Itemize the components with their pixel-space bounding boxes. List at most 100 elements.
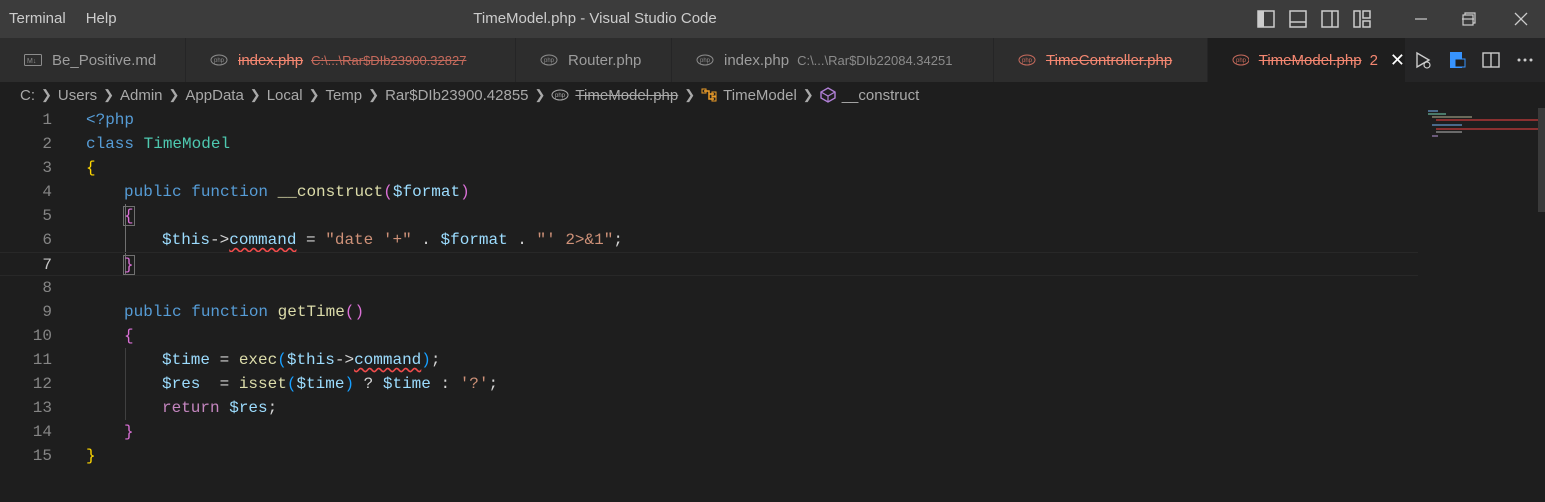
minimap-error-line xyxy=(1436,128,1538,130)
tab-path: C:\...\Rar$DIb22084.34251 xyxy=(797,52,953,68)
breadcrumb-file[interactable]: TimeModel.php xyxy=(575,87,678,104)
breadcrumb-appdata[interactable]: AppData xyxy=(185,87,243,104)
class-symbol-icon xyxy=(701,88,717,102)
code-text: } xyxy=(124,423,134,441)
svg-text:php: php xyxy=(700,58,711,64)
breadcrumb-local[interactable]: Local xyxy=(267,87,303,104)
line-number: 9 xyxy=(42,303,52,321)
code-line: 9 public function getTime() xyxy=(0,300,1418,324)
breadcrumb-drive[interactable]: C: xyxy=(20,87,35,104)
tab-be-positive[interactable]: M↓ Be_Positive.md xyxy=(0,38,186,82)
code-line: 6 $this->command = "date '+" . $format .… xyxy=(0,228,1418,252)
code-editor[interactable]: 1 <?php 2 class TimeModel 3 { 4 public f… xyxy=(0,108,1418,502)
svg-text:php: php xyxy=(555,93,566,99)
code-line: 12 $res = isset($time) ? $time : '?'; xyxy=(0,372,1418,396)
minimap-error-line xyxy=(1436,119,1538,121)
tab-timemodel-php[interactable]: php TimeModel.php 2 ✕ xyxy=(1208,38,1406,82)
code-text: } xyxy=(86,447,96,465)
minimap-line xyxy=(1436,131,1462,133)
restore-icon xyxy=(1462,12,1476,26)
code-text: return $res; xyxy=(162,399,278,417)
chevron-right-icon: ❯ xyxy=(368,87,380,102)
minimize-icon-2 xyxy=(1415,18,1427,20)
customize-layout-icon[interactable] xyxy=(1352,9,1372,29)
code-text: public function __construct($format) xyxy=(124,183,470,201)
chevron-right-icon: ❯ xyxy=(684,87,696,102)
split-editor-icon[interactable] xyxy=(1481,50,1501,70)
svg-text:php: php xyxy=(544,58,555,64)
minimap[interactable] xyxy=(1424,108,1538,148)
code-text: public function getTime() xyxy=(124,303,365,321)
window-title: TimeModel.php - Visual Studio Code xyxy=(473,10,717,27)
editor-tab-bar: M↓ Be_Positive.md php index.php C:\...\R… xyxy=(0,38,1545,82)
close-window-icon xyxy=(1514,12,1528,26)
minimap-line xyxy=(1432,135,1438,137)
breadcrumb-temp[interactable]: Temp xyxy=(325,87,362,104)
tab-label: TimeController.php xyxy=(1046,51,1173,69)
php-file-icon: php xyxy=(210,54,228,66)
chevron-right-icon: ❯ xyxy=(534,87,546,102)
code-line: 11 $time = exec($this->command); xyxy=(0,348,1418,372)
svg-text:php: php xyxy=(1022,58,1033,64)
tab-label: Be_Positive.md xyxy=(52,51,157,69)
toggle-panel-icon[interactable] xyxy=(1288,9,1308,29)
line-number: 8 xyxy=(42,279,52,297)
line-number: 12 xyxy=(32,375,52,393)
code-line: 5 { xyxy=(0,204,1418,228)
php-file-icon: php xyxy=(1232,54,1249,66)
php-file-icon: php xyxy=(551,89,569,101)
php-file-icon: php xyxy=(1018,54,1036,66)
breadcrumb-admin[interactable]: Admin xyxy=(120,87,163,104)
minimap-line xyxy=(1428,110,1438,112)
tab-index-php-1[interactable]: php index.php C:\...\Rar$DIb23900.32827 xyxy=(186,38,516,82)
code-line: 4 public function __construct($format) xyxy=(0,180,1418,204)
line-number: 3 xyxy=(42,159,52,177)
code-text: $this->command = "date '+" . $format . "… xyxy=(162,231,623,249)
line-number: 11 xyxy=(32,351,52,369)
chevron-right-icon: ❯ xyxy=(802,87,814,102)
tab-router-php[interactable]: php Router.php xyxy=(516,38,672,82)
vertical-scrollbar[interactable] xyxy=(1538,108,1545,212)
tab-label: TimeModel.php xyxy=(1258,51,1362,69)
line-number: 7 xyxy=(42,256,52,274)
breadcrumb-users[interactable]: Users xyxy=(58,87,97,104)
breadcrumb: C: ❯ Users ❯ Admin ❯ AppData ❯ Local ❯ Temp ❯ … xyxy=(20,82,919,108)
code-text: { xyxy=(86,159,96,177)
tab-timecontroller-php[interactable]: php TimeController.php xyxy=(994,38,1208,82)
toggle-primary-sidebar-icon[interactable] xyxy=(1256,9,1276,29)
method-symbol-icon xyxy=(820,87,836,103)
minimap-line xyxy=(1428,113,1446,115)
chevron-right-icon: ❯ xyxy=(168,87,180,102)
breadcrumb-folder[interactable]: Rar$DIb23900.42855 xyxy=(385,87,528,104)
code-line: 1 <?php xyxy=(0,108,1418,132)
more-actions-icon[interactable] xyxy=(1515,50,1535,70)
markdown-file-icon: M↓ xyxy=(24,54,42,66)
chevron-right-icon: ❯ xyxy=(41,87,52,102)
minimize-button-2[interactable] xyxy=(1397,0,1445,38)
svg-text:M↓: M↓ xyxy=(27,58,36,65)
php-debug-icon[interactable] xyxy=(1447,50,1467,70)
line-number: 10 xyxy=(32,327,52,345)
restore-button[interactable] xyxy=(1445,0,1493,38)
tab-index-php-2[interactable]: php index.php C:\...\Rar$DIb22084.34251 xyxy=(672,38,994,82)
toggle-secondary-sidebar-icon[interactable] xyxy=(1320,9,1340,29)
code-line-current: 7 } xyxy=(0,252,1418,276)
close-tab-icon[interactable]: ✕ xyxy=(1390,50,1405,71)
code-line: 15 } xyxy=(0,444,1418,468)
problem-count-badge: 2 xyxy=(1369,51,1378,69)
code-text: } xyxy=(123,255,135,275)
code-text: class TimeModel xyxy=(86,135,231,153)
code-text: { xyxy=(124,327,134,345)
minimap-line xyxy=(1432,116,1472,118)
breadcrumb-class[interactable]: TimeModel xyxy=(723,87,797,104)
run-debug-icon[interactable] xyxy=(1413,50,1433,70)
code-line: 3 { xyxy=(0,156,1418,180)
close-window-button[interactable] xyxy=(1497,0,1545,38)
php-file-icon: php xyxy=(540,54,558,66)
breadcrumb-method[interactable]: __construct xyxy=(842,87,920,104)
chevron-right-icon: ❯ xyxy=(103,87,114,102)
code-line: 2 class TimeModel xyxy=(0,132,1418,156)
code-line: 13 return $res; xyxy=(0,396,1418,420)
line-number: 1 xyxy=(42,111,52,129)
layout-controls xyxy=(1256,9,1372,29)
